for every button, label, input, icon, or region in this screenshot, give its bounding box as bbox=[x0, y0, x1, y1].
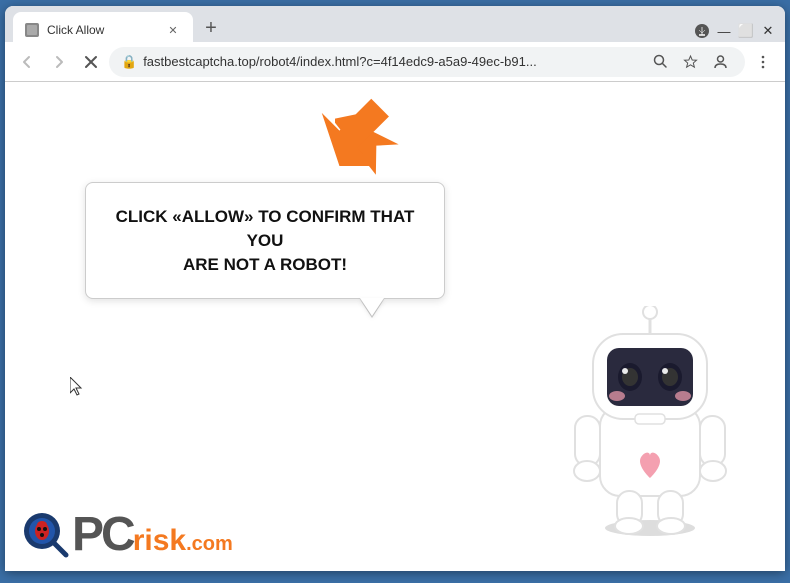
bookmark-star-button[interactable] bbox=[677, 49, 703, 75]
menu-button[interactable] bbox=[749, 48, 777, 76]
lock-icon: 🔒 bbox=[121, 54, 137, 70]
speech-bubble: CLICK «ALLOW» TO CONFIRM THAT YOU ARE NO… bbox=[85, 182, 445, 299]
bubble-text: CLICK «ALLOW» TO CONFIRM THAT YOU ARE NO… bbox=[114, 205, 416, 276]
maximize-button[interactable]: ⬜ bbox=[737, 22, 755, 40]
tab-bar: Click Allow ✕ + — ⬜ ✕ bbox=[5, 6, 785, 42]
close-button[interactable]: ✕ bbox=[759, 22, 777, 40]
logo-pc-text: PCrisk.com bbox=[72, 511, 233, 559]
minimize-button[interactable]: — bbox=[715, 22, 733, 40]
tab-favicon bbox=[25, 23, 39, 37]
address-text: fastbestcaptcha.top/robot4/index.html?c=… bbox=[143, 54, 641, 69]
profile-button[interactable] bbox=[707, 49, 733, 75]
forward-button[interactable] bbox=[45, 48, 73, 76]
search-icon-button[interactable] bbox=[647, 49, 673, 75]
reload-button[interactable] bbox=[77, 48, 105, 76]
toolbar: 🔒 fastbestcaptcha.top/robot4/index.html?… bbox=[5, 42, 785, 82]
back-button[interactable] bbox=[13, 48, 41, 76]
window-controls: — ⬜ ✕ bbox=[693, 22, 777, 40]
page-content: CLICK «ALLOW» TO CONFIRM THAT YOU ARE NO… bbox=[5, 82, 785, 571]
active-tab[interactable]: Click Allow ✕ bbox=[13, 12, 193, 42]
pcrisk-logo: PCrisk.com bbox=[20, 509, 233, 561]
download-icon[interactable] bbox=[693, 22, 711, 40]
tab-title: Click Allow bbox=[47, 23, 157, 37]
new-tab-button[interactable]: + bbox=[197, 14, 225, 42]
robot-illustration bbox=[565, 306, 735, 541]
address-bar[interactable]: 🔒 fastbestcaptcha.top/robot4/index.html?… bbox=[109, 47, 745, 77]
tab-close-button[interactable]: ✕ bbox=[165, 22, 181, 38]
mouse-cursor bbox=[70, 377, 86, 402]
address-icons bbox=[647, 49, 733, 75]
browser-window: Click Allow ✕ + — ⬜ ✕ bbox=[5, 6, 785, 571]
toolbar-right bbox=[749, 48, 777, 76]
arrow-pointer bbox=[315, 90, 395, 180]
